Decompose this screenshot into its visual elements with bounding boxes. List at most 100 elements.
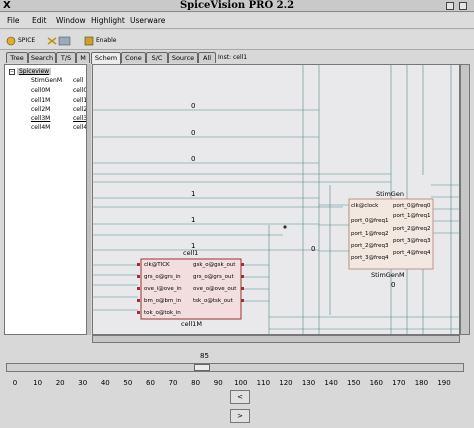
cell1-pin-left: bm_o@bm_in xyxy=(144,298,182,304)
scissors-button[interactable] xyxy=(46,33,72,48)
slider-tick-label: 0 xyxy=(12,379,18,387)
tree-item[interactable]: StimGenM xyxy=(31,77,62,84)
enable-icon xyxy=(84,36,94,46)
slider-tick-label: 110 xyxy=(256,379,271,387)
schematic-svg: 0 0 0 1 1 1 0 0 cell1 cell1M clk@TICK gr… xyxy=(93,65,459,334)
wire-value: 0 xyxy=(191,155,195,163)
slider-tick-label: 130 xyxy=(301,379,316,387)
slider-value: 85 xyxy=(200,352,209,360)
cell1-pin-left: grs_o@grs_in xyxy=(144,274,181,280)
tab-search[interactable]: Search xyxy=(28,52,56,63)
slider-tick-label: 40 xyxy=(100,379,110,387)
canvas-horizontal-scrollbar[interactable] xyxy=(92,335,460,343)
spice-button[interactable]: SPICE xyxy=(6,33,35,48)
slider-tick-label: 140 xyxy=(324,379,338,387)
slider-tick-label: 160 xyxy=(369,379,383,387)
cell1-title: cell1 xyxy=(183,249,198,257)
tree-item[interactable]: cell4M xyxy=(31,124,50,131)
tab-ts[interactable]: T/S xyxy=(56,52,76,63)
slider-tick-label: 50 xyxy=(123,379,133,387)
tab-m[interactable]: M xyxy=(76,52,90,63)
canvas-vertical-scrollbar[interactable] xyxy=(460,64,470,335)
toolbar: SPICE Enable xyxy=(0,30,474,50)
cell1-pin-right: grs_o@grs_out xyxy=(193,274,234,280)
menu-userware[interactable]: Userware xyxy=(130,16,165,25)
tree-root[interactable]: − Spiceview xyxy=(9,68,52,75)
tab-tree[interactable]: Tree xyxy=(6,52,28,63)
junction-dot xyxy=(283,225,287,229)
menu-file[interactable]: File xyxy=(7,16,20,25)
title-bar: X SpiceVision PRO 2.2 xyxy=(0,0,474,12)
tab-schem[interactable]: Schem xyxy=(91,52,121,64)
spice-icon xyxy=(6,36,16,46)
next-button[interactable]: > xyxy=(230,409,250,423)
time-slider[interactable] xyxy=(6,363,464,372)
stimgen-pin-left: port_1@freq2 xyxy=(351,231,388,237)
slider-tick-label: 60 xyxy=(146,379,155,387)
tree-item[interactable]: cell1M xyxy=(31,97,50,104)
slider-tick-label: 100 xyxy=(234,379,248,387)
slider-tick-label: 190 xyxy=(437,379,451,387)
wire-value: 0 xyxy=(391,281,395,289)
cell1-pin-left: ove_i@ove_in xyxy=(144,286,182,292)
scissors-cells-icon xyxy=(46,36,72,46)
schematic-canvas[interactable]: 0 0 0 1 1 1 0 0 cell1 cell1M clk@TICK gr… xyxy=(92,64,460,335)
stimgen-pin-right: port_0@freq0 xyxy=(393,203,431,209)
wire-value: 1 xyxy=(191,190,195,198)
stimgen-pin-right: port_1@freq1 xyxy=(393,213,430,219)
slider-thumb[interactable] xyxy=(193,364,210,371)
stimgen-subtitle: StimGenM xyxy=(371,271,405,279)
tab-sc[interactable]: S/C xyxy=(146,52,168,63)
menu-edit[interactable]: Edit xyxy=(32,16,47,25)
wire-value: 0 xyxy=(311,245,315,253)
tab-all[interactable]: All xyxy=(198,52,216,63)
tree-scrollbar[interactable] xyxy=(86,64,91,335)
stimgen-pin-left: port_2@freq3 xyxy=(351,243,389,249)
prev-button[interactable]: < xyxy=(230,390,250,404)
tree-panel[interactable]: − Spiceview StimGenM cell0M cell1M cell2… xyxy=(4,64,91,335)
wire-value: 1 xyxy=(191,216,195,224)
tab-source[interactable]: Source xyxy=(168,52,198,63)
cell1-pin-right: tsk_o@tsk_out xyxy=(193,298,234,304)
menu-bar: File Edit Window Highlight Userware xyxy=(0,13,474,29)
slider-tick-label: 150 xyxy=(346,379,361,387)
stimgen-block[interactable]: StimGen StimGenM clk@clock port_0@freq1 … xyxy=(348,190,434,279)
cell1-subtitle: cell1M xyxy=(181,320,202,328)
window-title: SpiceVision PRO 2.2 xyxy=(179,0,295,11)
enable-button[interactable]: Enable xyxy=(84,33,116,48)
menu-window[interactable]: Window xyxy=(56,16,86,25)
instance-label: Inst: cell1 xyxy=(218,54,248,61)
wire-value: 0 xyxy=(191,102,195,110)
slider-tick-label: 20 xyxy=(55,379,65,387)
collapse-icon[interactable]: − xyxy=(9,68,15,75)
tab-cone[interactable]: Cone xyxy=(121,52,146,63)
stimgen-pin-left: clk@clock xyxy=(351,203,379,209)
wire-value: 0 xyxy=(191,129,195,137)
maximize-icon[interactable] xyxy=(459,2,467,10)
stimgen-pin-right: port_3@freq3 xyxy=(393,238,431,244)
tree-item[interactable]: cell xyxy=(73,77,83,84)
slider-tick-label: 80 xyxy=(191,379,201,387)
slider-tick-label: 70 xyxy=(168,379,178,387)
slider-tick-label: 120 xyxy=(279,379,293,387)
slider-tick-label: 90 xyxy=(213,379,223,387)
tree-item[interactable]: cell3M xyxy=(31,115,50,122)
slider-tick-label: 170 xyxy=(392,379,406,387)
stimgen-pin-right: port_4@freq4 xyxy=(393,250,431,256)
cell1-pin-right: gsk_o@gsk_out xyxy=(193,262,236,268)
stimgen-pin-left: port_0@freq1 xyxy=(351,218,388,224)
cell1-block[interactable]: cell1 cell1M clk@TICK grs_o@grs_in ove_i… xyxy=(137,249,244,328)
slider-tick-label: 180 xyxy=(414,379,429,387)
slider-tick-label: 30 xyxy=(78,379,88,387)
tree-item[interactable]: cell2M xyxy=(31,106,50,113)
stimgen-title: StimGen xyxy=(376,190,404,198)
stimgen-pin-left: port_3@freq4 xyxy=(351,255,389,261)
slider-tick-label: 10 xyxy=(33,379,43,387)
tree-item[interactable]: cell0M xyxy=(31,87,50,94)
cell1-pin-left: clk@TICK xyxy=(144,262,170,268)
cell1-pin-left: tok_o@tok_in xyxy=(144,310,181,316)
stimgen-pin-right: port_2@freq2 xyxy=(393,226,430,232)
minimize-icon[interactable] xyxy=(446,2,454,10)
menu-highlight[interactable]: Highlight xyxy=(91,16,125,25)
cell1-pin-right: ove_o@ove_out xyxy=(193,286,237,292)
